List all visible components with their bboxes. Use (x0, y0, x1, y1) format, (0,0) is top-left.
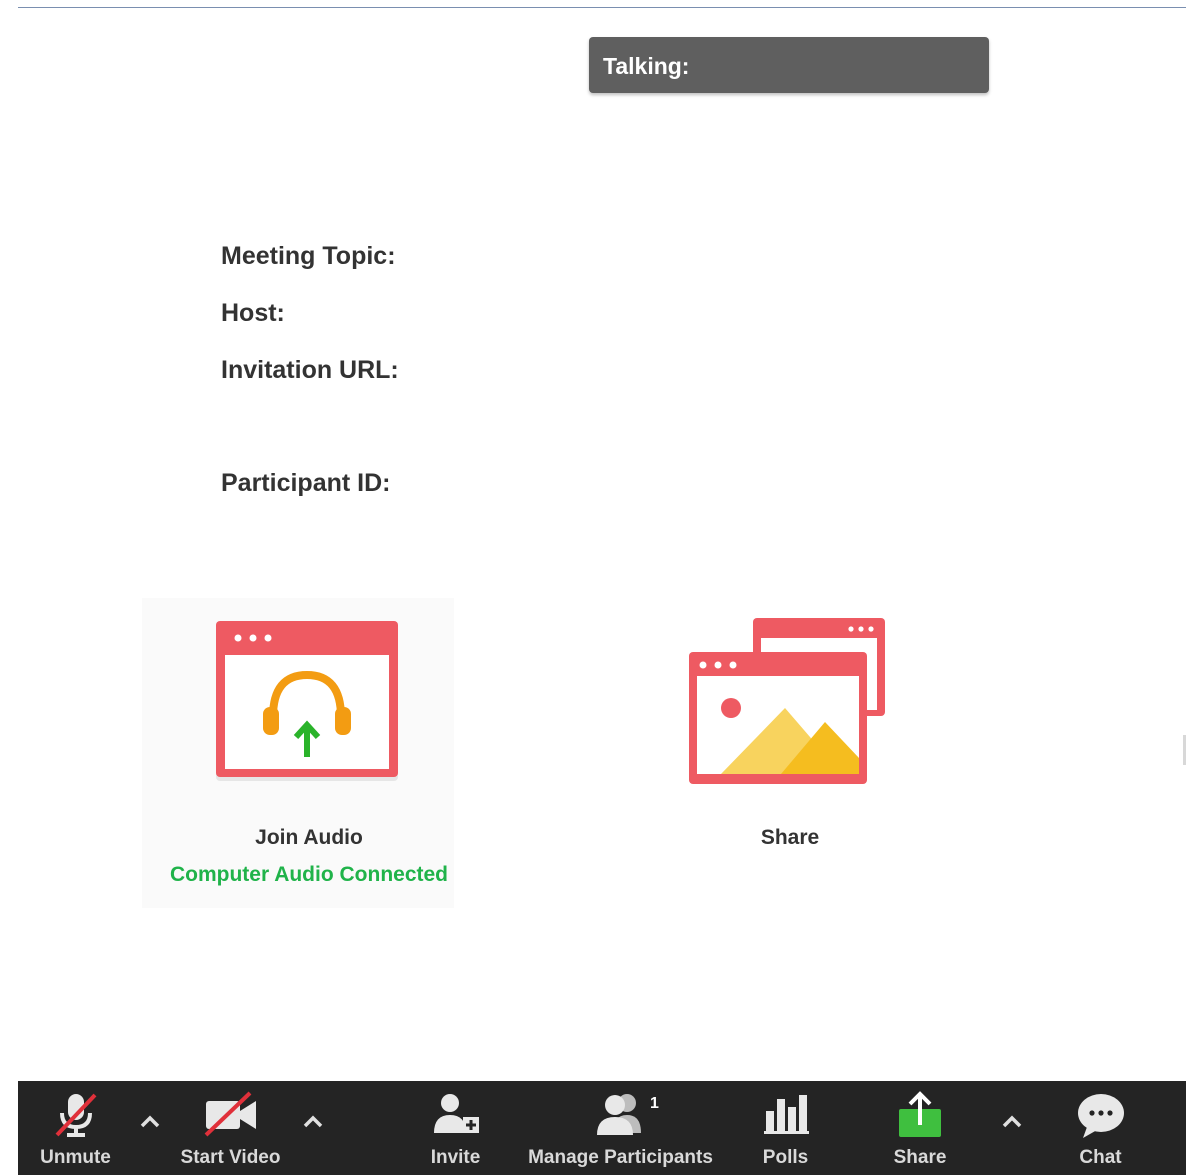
meeting-toolbar: Unmute Start Video Invite 1 Manage Parti… (18, 1081, 1186, 1175)
manage-participants-button[interactable]: 1 Manage Participants (518, 1081, 723, 1175)
polls-icon (763, 1095, 809, 1134)
chat-button[interactable]: Chat (1058, 1081, 1143, 1175)
polls-label: Polls (762, 1147, 809, 1168)
host-label: Host: (221, 299, 285, 327)
unmute-button[interactable]: Unmute (28, 1081, 123, 1175)
audio-options-caret-icon[interactable] (138, 1111, 162, 1131)
chat-label: Chat (1079, 1147, 1122, 1168)
participant-count-badge: 1 (650, 1095, 659, 1112)
polls-button[interactable]: Polls (748, 1081, 823, 1175)
share-screen-button[interactable]: Share (876, 1081, 964, 1175)
join-audio-icon[interactable] (210, 617, 406, 787)
manage-participants-label: Manage Participants (528, 1147, 713, 1168)
microphone-muted-icon (55, 1093, 96, 1137)
talking-indicator: Talking: (589, 37, 989, 93)
share-options-caret-icon[interactable] (1000, 1111, 1024, 1131)
invite-user-icon (433, 1094, 479, 1133)
invite-button[interactable]: Invite (413, 1081, 498, 1175)
video-options-caret-icon[interactable] (301, 1111, 325, 1131)
video-camera-off-icon (204, 1091, 256, 1137)
participants-icon (596, 1094, 641, 1135)
share-tile-label[interactable]: Share (690, 826, 890, 850)
share-screen-green-icon (899, 1091, 941, 1137)
audio-status-text: Computer Audio Connected (169, 863, 449, 886)
meeting-topic-label: Meeting Topic: (221, 242, 396, 270)
invitation-url-label: Invitation URL: (221, 356, 399, 384)
share-screen-icon[interactable] (685, 616, 891, 788)
chat-bubble-icon (1077, 1094, 1124, 1138)
talking-label: Talking: (603, 53, 690, 79)
share-screen-label: Share (893, 1147, 947, 1168)
start-video-button[interactable]: Start Video (168, 1081, 293, 1175)
unmute-label: Unmute (40, 1147, 111, 1168)
top-divider (18, 7, 1186, 8)
join-audio-label[interactable]: Join Audio (142, 826, 476, 850)
invite-label: Invite (430, 1147, 481, 1168)
participant-id-label: Participant ID: (221, 469, 391, 497)
edge-handle (1183, 735, 1186, 765)
start-video-label: Start Video (180, 1147, 281, 1168)
